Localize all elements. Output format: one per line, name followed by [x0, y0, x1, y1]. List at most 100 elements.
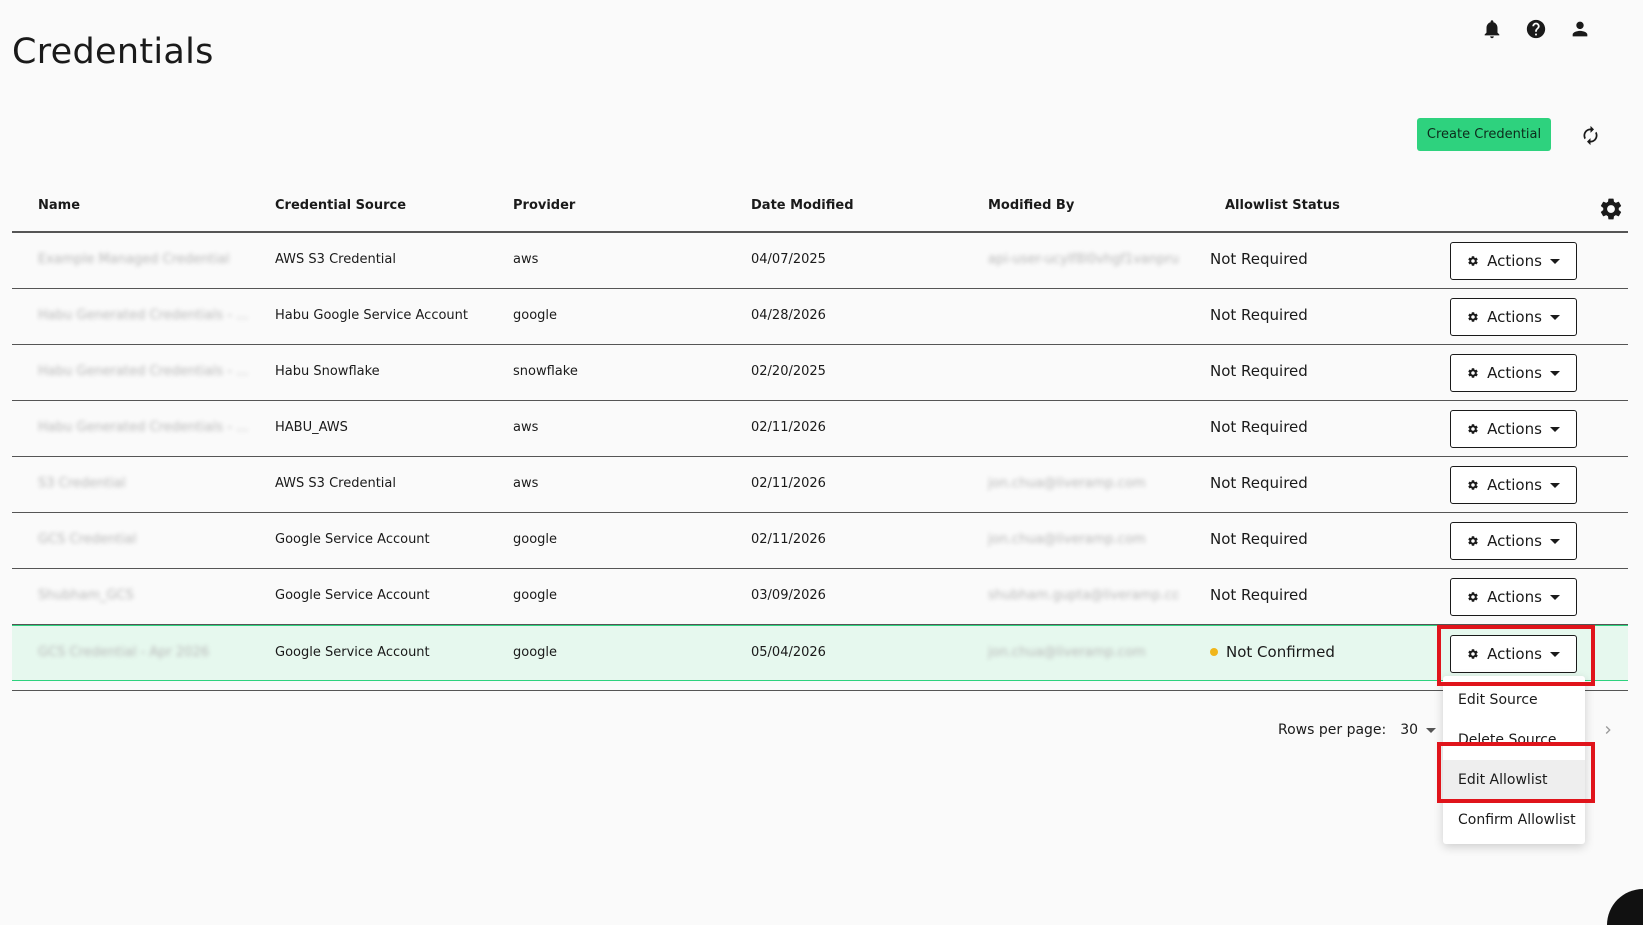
actions-button-label: Actions [1487, 308, 1542, 326]
user-icon[interactable] [1569, 18, 1591, 40]
cell-name: Habu Generated Credentials - ... [38, 308, 249, 323]
cell-allowlist-status: Not Required [1210, 418, 1308, 436]
create-credential-button[interactable]: Create Credential [1417, 118, 1551, 151]
allowlist-status-text: Not Required [1210, 250, 1308, 268]
cell-credential-source: AWS S3 Credential [275, 476, 396, 491]
cell-name: Shubham_GCS [38, 588, 134, 603]
cell-modified-by: api-user-ucylf8l0vhgf1vanpruez... [988, 252, 1178, 267]
actions-button-label: Actions [1487, 645, 1542, 663]
actions-button[interactable]: Actions [1450, 354, 1577, 392]
chevron-down-icon [1549, 426, 1560, 432]
table-row[interactable]: S3 Credential AWS S3 Credential aws 02/11/2… [12, 457, 1628, 513]
table-row[interactable]: Habu Generated Credentials - ... Habu Goo… [12, 289, 1628, 345]
actions-button[interactable]: Actions [1450, 522, 1577, 560]
cell-provider: google [513, 645, 558, 660]
allowlist-status-text: Not Required [1210, 306, 1308, 324]
cell-name: S3 Credential [38, 476, 126, 491]
allowlist-status-text: Not Confirmed [1226, 643, 1335, 661]
actions-button[interactable]: Actions [1450, 242, 1577, 280]
cell-credential-source: Google Service Account [275, 645, 430, 660]
actions-button-label: Actions [1487, 476, 1542, 494]
table-row[interactable]: Habu Generated Credentials - ... HABU_AWS… [12, 401, 1628, 457]
cell-provider: aws [513, 476, 539, 491]
allowlist-status-text: Not Required [1210, 418, 1308, 436]
table-row[interactable]: GCS Credential Google Service Account goog… [12, 513, 1628, 569]
refresh-icon[interactable] [1578, 123, 1602, 147]
actions-button-label: Actions [1487, 252, 1542, 270]
menu-item-confirm-allowlist[interactable]: Confirm Allowlist [1443, 800, 1585, 840]
rows-per-page-select[interactable]: 30 [1400, 722, 1437, 738]
chevron-down-icon [1549, 651, 1560, 657]
cell-allowlist-status: Not Required [1210, 362, 1308, 380]
cell-provider: aws [513, 420, 539, 435]
column-header-name[interactable]: Name [38, 198, 80, 213]
actions-button-label: Actions [1487, 420, 1542, 438]
cell-date-modified: 02/11/2026 [751, 420, 826, 435]
cell-allowlist-status: Not Required [1210, 474, 1308, 492]
cell-date-modified: 02/11/2026 [751, 532, 826, 547]
column-header-provider[interactable]: Provider [513, 198, 575, 213]
cell-date-modified: 02/11/2026 [751, 476, 826, 491]
header-icons [1481, 18, 1591, 40]
gear-icon [1467, 648, 1479, 660]
cell-date-modified: 05/04/2026 [751, 645, 826, 660]
actions-button[interactable]: Actions [1450, 298, 1577, 336]
table-row[interactable]: Example Managed Credential AWS S3 Credent… [12, 233, 1628, 289]
cell-credential-source: Google Service Account [275, 588, 430, 603]
bell-icon[interactable] [1481, 18, 1503, 40]
cell-date-modified: 04/07/2025 [751, 252, 826, 267]
gear-icon [1467, 479, 1479, 491]
allowlist-status-text: Not Required [1210, 586, 1308, 604]
gear-icon [1467, 311, 1479, 323]
menu-item-delete-source[interactable]: Delete Source [1443, 720, 1585, 760]
help-icon[interactable] [1525, 18, 1547, 40]
warning-dot-icon [1210, 648, 1218, 656]
column-header-modified-by[interactable]: Modified By [988, 198, 1074, 213]
cell-name: GCS Credential [38, 532, 137, 547]
rows-per-page-value: 30 [1400, 722, 1419, 738]
cell-date-modified: 04/28/2026 [751, 308, 826, 323]
cell-allowlist-status: Not Confirmed [1210, 643, 1335, 661]
cell-provider: aws [513, 252, 539, 267]
actions-button[interactable]: Actions [1450, 466, 1577, 504]
gear-icon [1467, 423, 1479, 435]
rows-per-page-label: Rows per page: [1278, 722, 1387, 738]
chevron-down-icon [1549, 258, 1560, 264]
window-corner [1607, 889, 1643, 925]
chevron-down-icon [1549, 538, 1560, 544]
menu-item-edit-allowlist[interactable]: Edit Allowlist [1443, 760, 1585, 800]
gear-icon [1467, 535, 1479, 547]
cell-provider: google [513, 588, 558, 603]
cell-allowlist-status: Not Required [1210, 306, 1308, 324]
cell-date-modified: 03/09/2026 [751, 588, 826, 603]
cell-modified-by: jon.chua@liveramp.com [988, 532, 1146, 547]
cell-date-modified: 02/20/2025 [751, 364, 826, 379]
settings-icon[interactable] [1598, 196, 1624, 222]
actions-button[interactable]: Actions [1450, 635, 1577, 673]
actions-button-label: Actions [1487, 532, 1542, 550]
cell-name: Example Managed Credential [38, 252, 230, 267]
chevron-down-icon [1549, 314, 1560, 320]
table-row[interactable]: Habu Generated Credentials - ... Habu Sno… [12, 345, 1628, 401]
actions-button-label: Actions [1487, 588, 1542, 606]
column-header-credential-source[interactable]: Credential Source [275, 198, 406, 213]
cell-name: GCS Credential - Apr 2026 [38, 645, 210, 660]
column-header-allowlist-status[interactable]: Allowlist Status [1225, 198, 1340, 213]
gear-icon [1467, 255, 1479, 267]
cell-modified-by: jon.chua@liveramp.com [988, 476, 1146, 491]
cell-allowlist-status: Not Required [1210, 586, 1308, 604]
menu-item-edit-source[interactable]: Edit Source [1443, 680, 1585, 720]
cell-name: Habu Generated Credentials - ... [38, 420, 249, 435]
allowlist-status-text: Not Required [1210, 474, 1308, 492]
chevron-right-icon[interactable] [1598, 718, 1618, 742]
actions-button[interactable]: Actions [1450, 410, 1577, 448]
table-row[interactable]: Shubham_GCS Google Service Account google 0… [12, 569, 1628, 625]
cell-credential-source: Google Service Account [275, 532, 430, 547]
credentials-table: Name Credential Source Provider Date Mod… [12, 186, 1628, 691]
table-row[interactable]: GCS Credential - Apr 2026 Google Service … [12, 625, 1628, 681]
actions-menu: Edit Source Delete Source Edit Allowlist… [1443, 676, 1585, 844]
cell-modified-by: jon.chua@liveramp.com [988, 645, 1146, 660]
page-title: Credentials [12, 32, 214, 72]
column-header-date-modified[interactable]: Date Modified [751, 198, 854, 213]
actions-button[interactable]: Actions [1450, 578, 1577, 616]
